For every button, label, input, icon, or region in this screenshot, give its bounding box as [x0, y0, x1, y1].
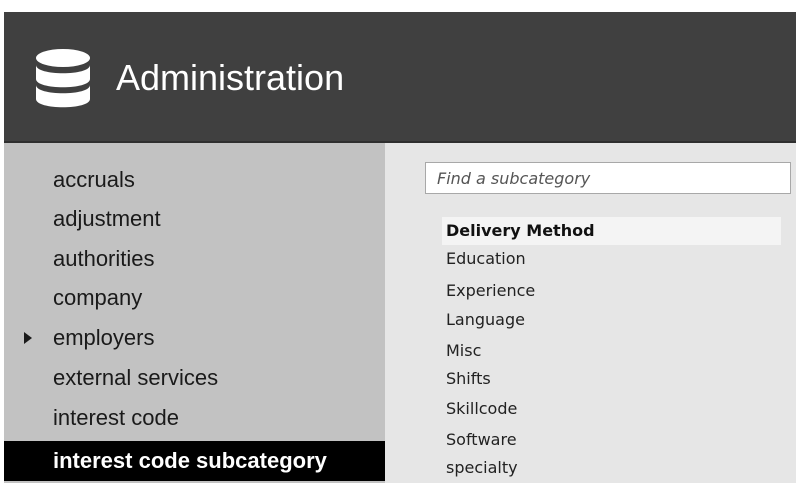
sidebar-item-company[interactable]: company: [4, 278, 385, 318]
sidebar-item-accruals[interactable]: accruals: [4, 160, 385, 200]
sidebar-item-label: company: [53, 285, 143, 310]
subcategory-item-skillcode[interactable]: Skillcode: [442, 395, 517, 423]
sidebar-item-external-services[interactable]: external services: [4, 358, 385, 398]
subcategory-panel: Delivery Method Education Experience Lan…: [385, 143, 796, 483]
subcategory-item-misc[interactable]: Misc: [442, 337, 481, 365]
sidebar-item-label: accruals: [53, 167, 135, 192]
sidebar-item-employers[interactable]: employers: [4, 318, 385, 358]
sidebar-nav: accruals adjustment authorities company …: [4, 143, 385, 483]
search-subcategory-input[interactable]: [425, 162, 791, 194]
sidebar-item-adjustment[interactable]: adjustment: [4, 199, 385, 239]
sidebar-item-label: interest code subcategory: [53, 448, 327, 473]
sidebar-item-label: adjustment: [53, 206, 161, 231]
sidebar-item-interest-code-subcategory[interactable]: interest code subcategory: [4, 441, 385, 481]
sidebar-item-authorities[interactable]: authorities: [4, 239, 385, 279]
subcategory-item-language[interactable]: Language: [442, 306, 525, 334]
sidebar-item-interest-code[interactable]: interest code: [4, 398, 385, 438]
database-icon: [36, 49, 90, 108]
admin-window: Administration accruals adjustment autho…: [4, 12, 796, 483]
subcategory-item-shifts[interactable]: Shifts: [442, 365, 491, 393]
subcategory-item-specialty[interactable]: specialty: [442, 454, 518, 482]
subcategory-item-education[interactable]: Education: [442, 245, 526, 273]
app-header: Administration: [4, 12, 796, 143]
subcategory-item-delivery-method[interactable]: Delivery Method: [442, 217, 781, 245]
sidebar-item-label: interest code: [53, 405, 179, 430]
subcategory-item-software[interactable]: Software: [442, 426, 517, 454]
app-title: Administration: [116, 57, 345, 98]
expand-caret-icon[interactable]: [24, 332, 32, 344]
sidebar-item-label: external services: [53, 365, 219, 390]
sidebar-item-label: authorities: [53, 246, 155, 271]
subcategory-item-experience[interactable]: Experience: [442, 277, 535, 305]
sidebar-item-label: employers: [53, 325, 155, 350]
